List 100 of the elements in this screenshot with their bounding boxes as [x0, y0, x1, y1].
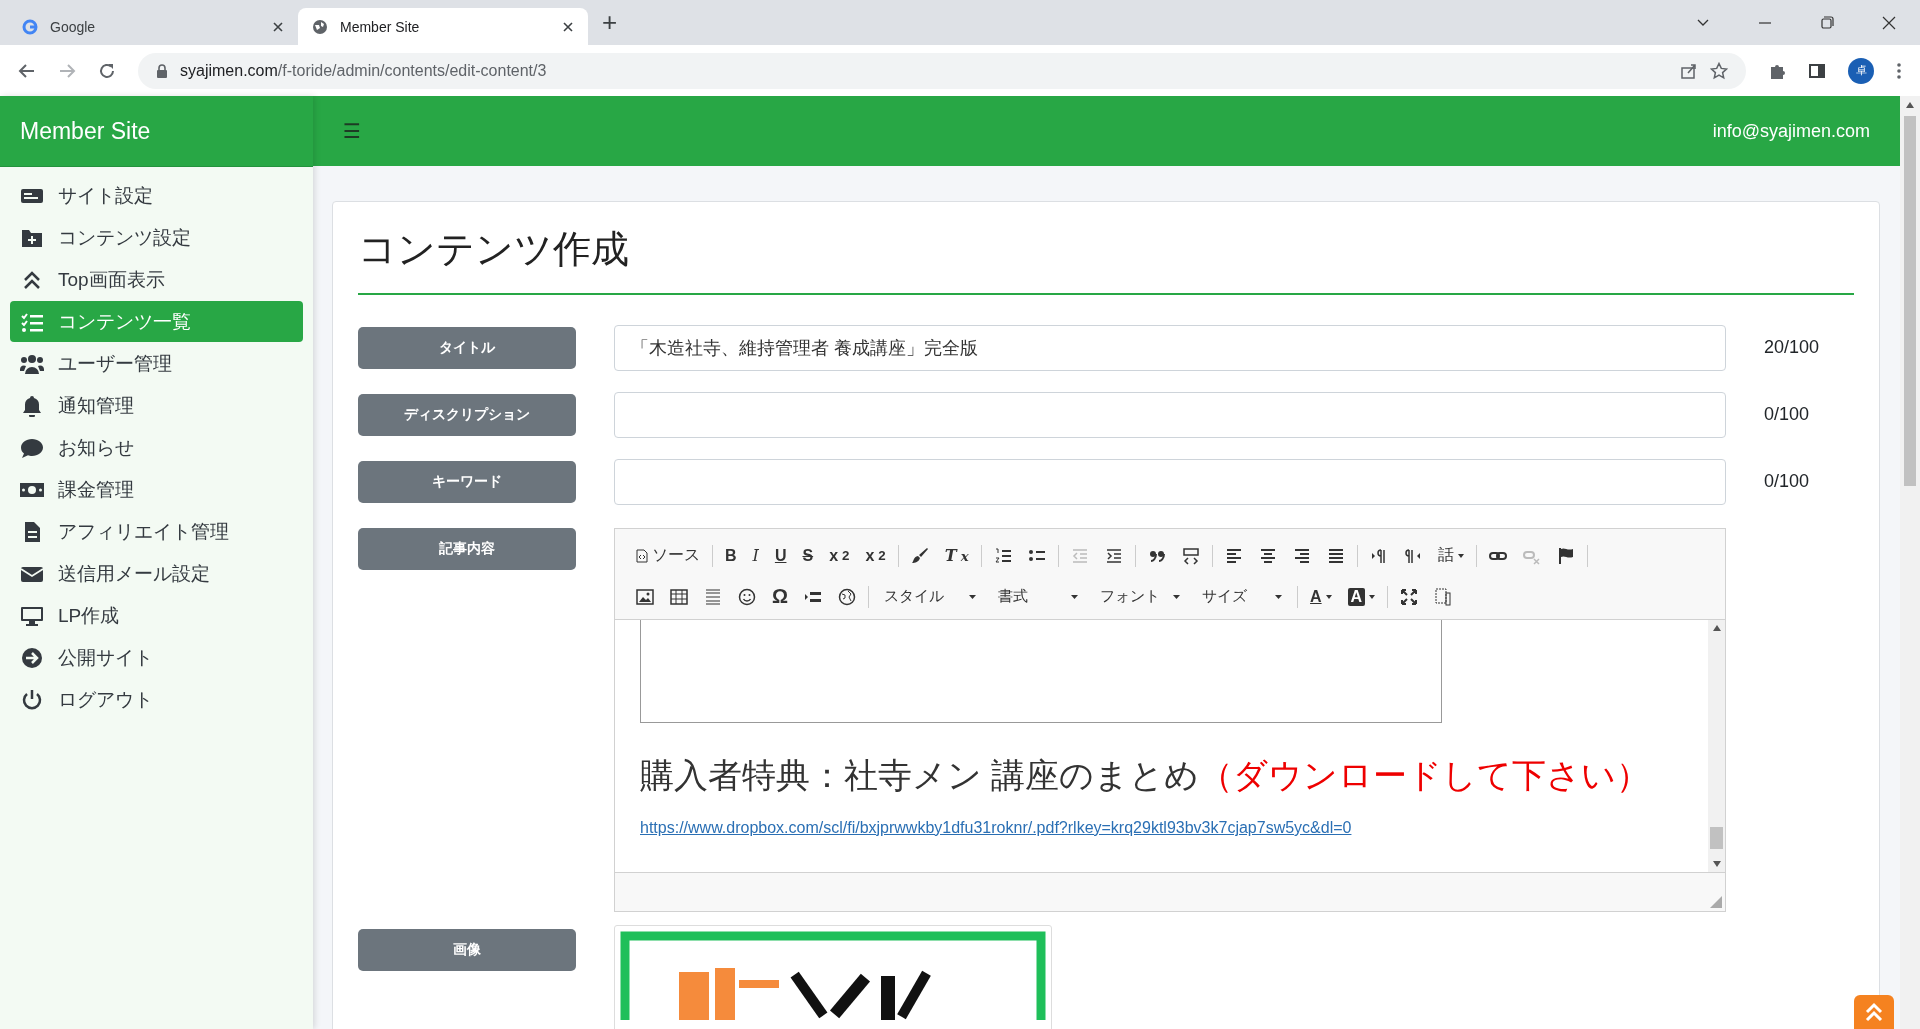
flag-icon[interactable] [1556, 546, 1575, 565]
field-label: 画像 [358, 929, 576, 971]
sidebar-item[interactable]: 通知管理 [10, 385, 303, 426]
strikethrough-button[interactable]: S [795, 541, 821, 570]
caret-icon [1071, 594, 1079, 599]
text-direction-icon[interactable] [1369, 546, 1388, 565]
globe-icon [312, 18, 328, 35]
numbered-list-icon[interactable] [993, 546, 1012, 565]
caret-icon [1275, 594, 1283, 599]
field-label: 記事内容 [358, 528, 576, 570]
underline-button[interactable]: U [767, 541, 794, 570]
div-block-icon[interactable] [1181, 546, 1200, 565]
dropdown[interactable]: フォント [1090, 587, 1191, 606]
source-icon [636, 548, 648, 563]
text-direction-icon[interactable] [1403, 546, 1422, 565]
more-icon[interactable] [1896, 61, 1902, 80]
sidebar-item[interactable]: LP作成 [10, 595, 303, 636]
restore-icon[interactable] [1820, 15, 1834, 30]
char-count: 0/100 [1764, 471, 1811, 492]
field-label: タイトル [358, 327, 576, 369]
sidebar-item[interactable]: ログアウト [10, 679, 303, 720]
italic-button[interactable]: I [745, 541, 766, 570]
language-button[interactable]: 話 [1430, 541, 1471, 570]
bell-icon [20, 394, 44, 417]
download-link[interactable]: https://www.dropbox.com/scl/fi/bxjprwwkby1dfu31roknr/.pdf?rlkey=krq29ktl93bv3k7cjap7sw5yc&dl=0 [640, 819, 1708, 837]
source-button[interactable]: ソース [629, 541, 707, 570]
scrollbar[interactable] [1708, 620, 1725, 872]
text-color-button[interactable]: A [1303, 582, 1339, 611]
close-icon[interactable] [272, 20, 284, 33]
image-icon[interactable] [636, 587, 654, 606]
sidebar-item[interactable]: サイト設定 [10, 175, 303, 216]
dropdown[interactable]: スタイル [874, 587, 987, 606]
caret-icon [1457, 553, 1464, 558]
content-heading: 購入者特典：社寺メン 講座のまとめ（ダウンロードして下さい） [640, 755, 1652, 796]
show-blocks-icon[interactable] [1434, 587, 1453, 606]
scroll-up-icon[interactable] [1712, 625, 1721, 631]
address-bar[interactable]: syajimen.com/f-toride/admin/contents/edit-content/3 [138, 52, 1746, 89]
sidebar-item[interactable]: 送信用メール設定 [10, 553, 303, 594]
sidebar-item[interactable]: お知らせ [10, 427, 303, 468]
maximize-icon[interactable] [1400, 587, 1419, 606]
menu-icon[interactable]: ☰ [343, 119, 361, 143]
sidebar-item[interactable]: ユーザー管理 [10, 343, 303, 384]
sidebar-item[interactable]: 公開サイト [10, 637, 303, 678]
globe-icon[interactable] [838, 587, 857, 606]
sidebar-item[interactable]: アフィリエイト管理 [10, 511, 303, 552]
resize-handle-icon[interactable] [1710, 896, 1722, 908]
scroll-down-icon[interactable] [1712, 861, 1721, 867]
input-field[interactable] [614, 392, 1726, 438]
table-icon[interactable] [670, 587, 688, 606]
char-count: 20/100 [1764, 337, 1821, 358]
special-char-button[interactable]: Ω [765, 582, 796, 611]
close-icon[interactable] [1882, 15, 1896, 30]
monitor-icon [20, 604, 44, 627]
browser-tab[interactable]: Member Site [298, 8, 588, 45]
reload-icon[interactable] [98, 61, 116, 80]
chevrons-up-icon [1863, 1001, 1885, 1023]
align-icon[interactable] [1326, 546, 1345, 565]
align-icon[interactable] [1258, 546, 1277, 565]
input-field[interactable] [614, 459, 1726, 505]
char-count: 0/100 [1764, 404, 1811, 425]
scroll-up-icon[interactable] [1906, 102, 1914, 108]
brand-title: Member Site [0, 96, 313, 167]
share-icon[interactable] [1680, 61, 1698, 80]
background-color-button[interactable]: A [1340, 582, 1383, 611]
users-icon [20, 352, 44, 375]
scroll-thumb[interactable] [1904, 116, 1916, 486]
sidebar-item[interactable]: 課金管理 [10, 469, 303, 510]
browser-tab[interactable]: Google [8, 8, 298, 45]
input-field[interactable]: 「木造社寺、維持管理者 養成講座」完全版 [614, 325, 1726, 371]
sidebar-item[interactable]: Top画面表示 [10, 259, 303, 300]
caret-icon [1173, 594, 1181, 599]
align-icon[interactable] [1292, 546, 1311, 565]
caret-icon [969, 594, 977, 599]
align-icon[interactable] [1224, 546, 1243, 565]
caret-icon [1369, 594, 1376, 599]
star-icon[interactable] [1710, 61, 1728, 80]
scroll-thumb[interactable] [1710, 827, 1723, 849]
scroll-top-button[interactable] [1854, 995, 1894, 1029]
new-tab-button[interactable]: + [602, 7, 618, 38]
side-panel-icon[interactable] [1808, 61, 1826, 80]
back-icon[interactable] [18, 61, 36, 80]
page-title: コンテンツ作成 [358, 227, 630, 272]
horizontal-rule-icon[interactable] [704, 587, 722, 606]
brush-icon[interactable] [910, 546, 929, 565]
smiley-icon[interactable] [738, 587, 756, 606]
profile-avatar[interactable]: 卓 [1848, 57, 1874, 84]
indent-icon[interactable] [1104, 546, 1123, 565]
page-scrollbar[interactable] [1900, 96, 1920, 1029]
arrow-circle-icon [20, 646, 44, 669]
sidebar-item[interactable]: コンテンツ設定 [10, 217, 303, 258]
power-icon [20, 688, 44, 711]
field-label: ディスクリプション [358, 394, 576, 436]
dropdown[interactable]: サイズ [1192, 587, 1293, 606]
close-icon[interactable] [562, 20, 574, 33]
field-label: キーワード [358, 461, 576, 503]
lock-icon [156, 63, 168, 78]
bold-button[interactable]: B [718, 541, 744, 570]
speech-bubble-icon [20, 436, 44, 459]
dropdown[interactable]: 書式 [988, 587, 1089, 606]
caret-icon [1325, 594, 1332, 599]
